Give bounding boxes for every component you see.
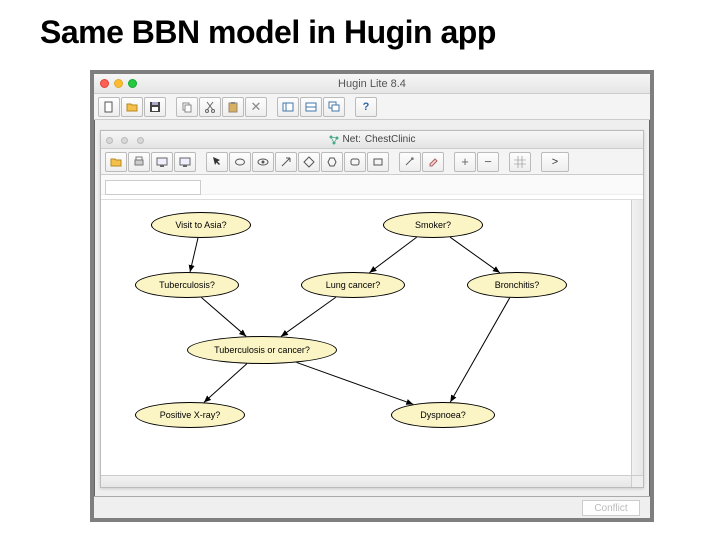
diamond-tool-button[interactable] <box>298 152 320 172</box>
edge-smoker-lung <box>369 237 416 272</box>
conflict-readout: Conflict <box>582 500 640 516</box>
pointer-tool-button[interactable] <box>206 152 228 172</box>
eye-tool-button[interactable] <box>252 152 274 172</box>
edge-tb-tborc <box>201 297 246 336</box>
copy-button[interactable] <box>176 97 198 117</box>
erase-tool-button[interactable] <box>422 152 444 172</box>
vertical-scrollbar[interactable] <box>631 200 643 475</box>
paste-button[interactable] <box>222 97 244 117</box>
open-net-button[interactable] <box>105 152 127 172</box>
monitor1-button[interactable] <box>151 152 173 172</box>
help-button[interactable]: ? <box>355 97 377 117</box>
arrow-tool-button[interactable] <box>275 152 297 172</box>
node-tborc[interactable]: Tuberculosis or cancer? <box>187 336 337 364</box>
node-tb[interactable]: Tuberculosis? <box>135 272 239 298</box>
status-bar: Conflict <box>94 496 650 518</box>
layout2-button[interactable] <box>300 97 322 117</box>
run-button[interactable]: > <box>541 152 569 172</box>
open-file-button[interactable] <box>121 97 143 117</box>
outer-titlebar: Hugin Lite 8.4 <box>94 74 650 94</box>
node-xray[interactable]: Positive X-ray? <box>135 402 245 428</box>
delete-button[interactable]: ✕ <box>245 97 267 117</box>
cut-button[interactable] <box>199 97 221 117</box>
net-icon <box>329 135 339 145</box>
inner-title-prefix: Net: <box>343 134 361 145</box>
zoom-in-button[interactable]: + <box>454 152 476 172</box>
app-window: Hugin Lite 8.4 ✕ ? Net: ChestClini <box>90 70 654 522</box>
node-smoker[interactable]: Smoker? <box>383 212 483 238</box>
grid-button[interactable] <box>509 152 531 172</box>
inner-title-name: ChestClinic <box>365 134 416 145</box>
slide-title: Same BBN model in Hugin app <box>0 0 720 61</box>
node-asia[interactable]: Visit to Asia? <box>151 212 251 238</box>
node-bron[interactable]: Bronchitis? <box>467 272 567 298</box>
filter-input[interactable] <box>105 180 201 195</box>
canvas-area: Visit to Asia? Smoker? Tuberculosis? Lung c… <box>101 199 643 487</box>
scroll-corner <box>631 475 643 487</box>
network-canvas[interactable]: Visit to Asia? Smoker? Tuberculosis? Lung c… <box>101 200 631 475</box>
edge-asia-tb <box>190 238 198 272</box>
edges-layer <box>101 200 631 475</box>
outer-window-title: Hugin Lite 8.4 <box>94 78 650 90</box>
rect-tool-button[interactable] <box>367 152 389 172</box>
filter-bar <box>101 175 643 195</box>
layout1-button[interactable] <box>277 97 299 117</box>
zoom-out-button[interactable]: − <box>477 152 499 172</box>
inner-window: Net: ChestClinic + − <box>100 130 644 488</box>
save-button[interactable] <box>144 97 166 117</box>
inner-toolbar: + − > <box>101 149 643 175</box>
edge-tborc-xray <box>204 364 247 403</box>
link-tool-button[interactable] <box>399 152 421 172</box>
new-file-button[interactable] <box>98 97 120 117</box>
inner-titlebar: Net: ChestClinic <box>101 131 643 149</box>
hex-tool-button[interactable] <box>321 152 343 172</box>
roundrect-tool-button[interactable] <box>344 152 366 172</box>
edge-smoker-bron <box>450 237 500 273</box>
print-button[interactable] <box>128 152 150 172</box>
edge-lung-tborc <box>281 297 336 336</box>
cascade-windows-button[interactable] <box>323 97 345 117</box>
ellipse-tool-button[interactable] <box>229 152 251 172</box>
monitor2-button[interactable] <box>174 152 196 172</box>
horizontal-scrollbar[interactable] <box>101 475 631 487</box>
edge-tborc-dysp <box>297 362 414 404</box>
node-lung[interactable]: Lung cancer? <box>301 272 405 298</box>
edge-bron-dysp <box>450 298 509 402</box>
outer-toolbar: ✕ ? <box>94 94 650 120</box>
node-dysp[interactable]: Dyspnoea? <box>391 402 495 428</box>
